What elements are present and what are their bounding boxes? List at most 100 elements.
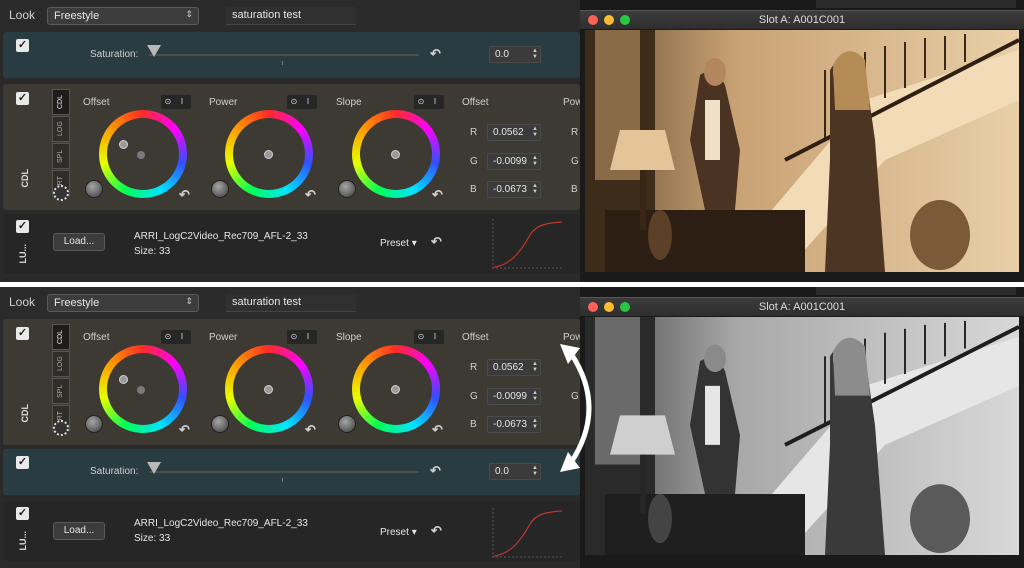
offset-b-field[interactable]: -0.0673 ▲ ▼ [487,181,541,198]
look-select[interactable]: Freestyle ⇕ [47,7,199,25]
tab-log[interactable]: LOG [52,116,70,142]
tab-spl[interactable]: SPL [52,143,70,169]
stepper-icon[interactable]: ▲ ▼ [532,390,538,402]
lut-enable-checkbox[interactable]: ✓ [16,220,29,233]
saturation-label: Saturation: [90,49,139,60]
target-icon[interactable]: ⊙ [161,95,175,109]
close-window-icon[interactable] [588,15,598,25]
saturation-slider-track[interactable] [149,54,419,56]
tab-cdl[interactable]: CDL [52,89,70,115]
load-lut-button[interactable]: Load... [53,233,105,251]
stepper-icon[interactable]: ▲ ▼ [532,126,538,138]
close-window-icon[interactable] [588,302,598,312]
maximize-window-icon[interactable] [620,15,630,25]
saturation-slider-thumb[interactable] [147,45,161,57]
reset-icon[interactable]: ↶ [305,187,316,203]
offset-r-field[interactable]: 0.0562 ▲ ▼ [487,124,541,141]
maximize-window-icon[interactable] [620,302,630,312]
reset-icon[interactable]: ↶ [179,187,190,203]
saturation-value-field[interactable]: 0.0 ▲ ▼ [489,46,541,63]
reset-icon[interactable]: ↶ [431,234,442,250]
tab-log[interactable]: LOG [52,351,70,377]
cdl-enable-checkbox[interactable]: ✓ [16,92,29,105]
power-master-knob[interactable] [211,180,229,198]
tab-cdl[interactable]: CDL [52,324,70,350]
wheel-handle[interactable] [391,385,400,394]
wheel-offset-buttons: ⊙ I [161,330,191,344]
channel-icon[interactable]: I [175,95,189,109]
reset-icon[interactable]: ↶ [432,422,443,438]
offset-b-field[interactable]: -0.0673 ▲ ▼ [487,416,541,433]
wheel-slope-buttons: ⊙ I [414,95,444,109]
stepper-icon[interactable]: ▲ ▼ [532,418,538,430]
offset-r-value: 0.0562 [493,362,524,373]
saturation-slider-thumb[interactable] [147,462,161,474]
look-name-field[interactable]: saturation test [226,7,356,25]
saturation-section: ✓ Saturation: ↶ 0.0 ▲ ▼ [3,449,580,495]
offset-g-field[interactable]: -0.0099 ▲ ▼ [487,153,541,170]
preset-menu[interactable]: Preset ▾ [380,238,417,249]
reset-icon[interactable]: ↶ [431,523,442,539]
stepper-icon[interactable]: ▲ ▼ [532,361,538,373]
reset-icon[interactable]: ↶ [305,422,316,438]
reset-icon[interactable]: ↶ [430,463,441,479]
target-icon[interactable]: ⊙ [287,330,301,344]
look-name-field[interactable]: saturation test [226,294,356,312]
minimize-window-icon[interactable] [604,15,614,25]
saturation-slider-tick [282,61,283,65]
channel-icon[interactable]: I [175,330,189,344]
offset-master-knob[interactable] [85,180,103,198]
color-wheel-slope[interactable] [352,345,440,433]
slope-master-knob[interactable] [338,415,356,433]
wheel-handle[interactable] [264,385,273,394]
reset-icon[interactable]: ↶ [179,422,190,438]
preset-menu[interactable]: Preset ▾ [380,527,417,538]
look-select[interactable]: Freestyle ⇕ [47,294,199,312]
wheel-handle[interactable] [119,140,128,149]
color-wheel-offset[interactable] [99,110,187,198]
wheel-handle[interactable] [119,375,128,384]
saturation-enable-checkbox[interactable]: ✓ [16,456,29,469]
gear-icon[interactable] [53,420,69,436]
color-wheel-power[interactable] [225,110,313,198]
wheel-inner [107,118,179,190]
color-wheel-slope[interactable] [352,110,440,198]
target-icon[interactable]: ⊙ [414,330,428,344]
preset-label: Preset [380,527,409,538]
stepper-icon[interactable]: ▲ ▼ [532,465,538,477]
target-icon[interactable]: ⊙ [287,95,301,109]
load-lut-button[interactable]: Load... [53,522,105,540]
cdl-side-label: CDL [20,404,30,423]
color-wheel-power[interactable] [225,345,313,433]
lut-enable-checkbox[interactable]: ✓ [16,507,29,520]
target-icon[interactable]: ⊙ [414,95,428,109]
stepper-icon[interactable]: ▲ ▼ [532,48,538,60]
lut-curve-graph [492,508,564,558]
offset-r-field[interactable]: 0.0562 ▲ ▼ [487,359,541,376]
wheel-slope-label: Slope [336,332,362,343]
channel-icon[interactable]: I [301,330,315,344]
channel-icon[interactable]: I [428,330,442,344]
saturation-enable-checkbox[interactable]: ✓ [16,39,29,52]
stepper-icon[interactable]: ▲ ▼ [532,183,538,195]
minimize-window-icon[interactable] [604,302,614,312]
channel-icon[interactable]: I [428,95,442,109]
gear-icon[interactable] [53,185,69,201]
saturation-value-field[interactable]: 0.0 ▲ ▼ [489,463,541,480]
color-wheel-offset[interactable] [99,345,187,433]
channel-icon[interactable]: I [301,95,315,109]
stepper-icon[interactable]: ▲ ▼ [532,155,538,167]
offset-g-field[interactable]: -0.0099 ▲ ▼ [487,388,541,405]
cdl-enable-checkbox[interactable]: ✓ [16,327,29,340]
saturation-slider-track[interactable] [149,471,419,473]
slope-master-knob[interactable] [338,180,356,198]
offset-master-knob[interactable] [85,415,103,433]
reset-icon[interactable]: ↶ [432,187,443,203]
target-icon[interactable]: ⊙ [161,330,175,344]
grayscale-film-frame [585,317,1019,555]
power-master-knob[interactable] [211,415,229,433]
tab-spl[interactable]: SPL [52,378,70,404]
wheel-handle[interactable] [391,150,400,159]
reset-icon[interactable]: ↶ [430,46,441,62]
wheel-handle[interactable] [264,150,273,159]
